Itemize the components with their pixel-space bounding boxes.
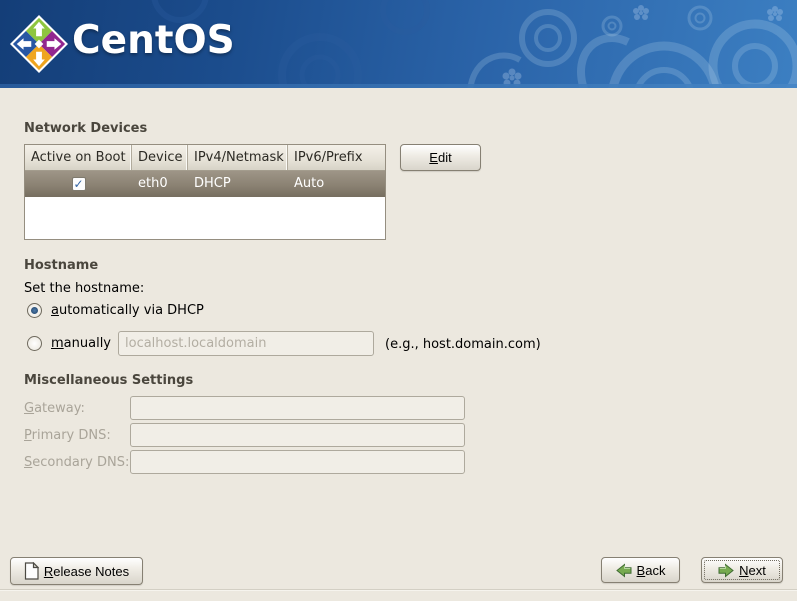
edit-button[interactable]: Edit: [400, 144, 481, 171]
hostname-prompt: Set the hostname:: [24, 281, 145, 296]
hostname-manual-input: [118, 331, 374, 356]
gateway-label: Gateway:: [24, 401, 85, 416]
cell-ipv6: Auto: [294, 176, 325, 191]
column-header-device[interactable]: Device: [132, 145, 188, 170]
document-page-icon: [24, 562, 39, 580]
section-title-misc-settings: Miscellaneous Settings: [24, 373, 194, 388]
radio-option-manual[interactable]: manually: [27, 336, 111, 351]
next-button[interactable]: Next: [701, 557, 783, 583]
radio-button-automatic[interactable]: [27, 303, 42, 318]
header-bottom-edge: [0, 84, 797, 88]
footer-separator-highlight: [0, 590, 797, 591]
radio-label-automatic: automatically via DHCP: [51, 303, 204, 318]
primary-dns-label: Primary DNS:: [24, 428, 111, 443]
cell-device: eth0: [138, 176, 168, 191]
centos-logo: [10, 15, 68, 73]
network-devices-table: Active on Boot Device IPv4/Netmask IPv6/…: [24, 144, 386, 240]
column-header-ipv4[interactable]: IPv4/Netmask: [188, 145, 288, 170]
back-button[interactable]: Back: [601, 557, 680, 583]
green-arrow-right-icon: [718, 562, 734, 578]
gateway-input: [130, 396, 465, 420]
secondary-dns-input: [130, 450, 465, 474]
section-title-network-devices: Network Devices: [24, 121, 148, 136]
radio-button-manual[interactable]: [27, 336, 42, 351]
secondary-dns-label: Secondary DNS:: [24, 455, 130, 470]
radio-option-automatic[interactable]: automatically via DHCP: [27, 303, 204, 318]
brand-title: CentOS: [72, 18, 235, 63]
column-header-ipv6[interactable]: IPv6/Prefix: [288, 145, 385, 170]
table-header-row: Active on Boot Device IPv4/Netmask IPv6/…: [25, 145, 385, 171]
header-banner: CentOS: [0, 0, 797, 88]
column-header-active-on-boot[interactable]: Active on Boot: [25, 145, 132, 170]
installer-window: CentOS Network Devices Active on Boot De…: [0, 0, 797, 601]
release-notes-button[interactable]: Release Notes: [10, 557, 143, 585]
green-arrow-left-icon: [615, 562, 632, 578]
cell-ipv4: DHCP: [194, 176, 231, 191]
active-on-boot-checkbox[interactable]: ✓: [71, 177, 86, 191]
section-title-hostname: Hostname: [24, 258, 99, 273]
primary-dns-input: [130, 423, 465, 447]
table-row-eth0[interactable]: ✓ eth0 DHCP Auto: [25, 171, 385, 197]
hostname-example-hint: (e.g., host.domain.com): [385, 337, 541, 352]
radio-label-manual: manually: [51, 336, 111, 351]
